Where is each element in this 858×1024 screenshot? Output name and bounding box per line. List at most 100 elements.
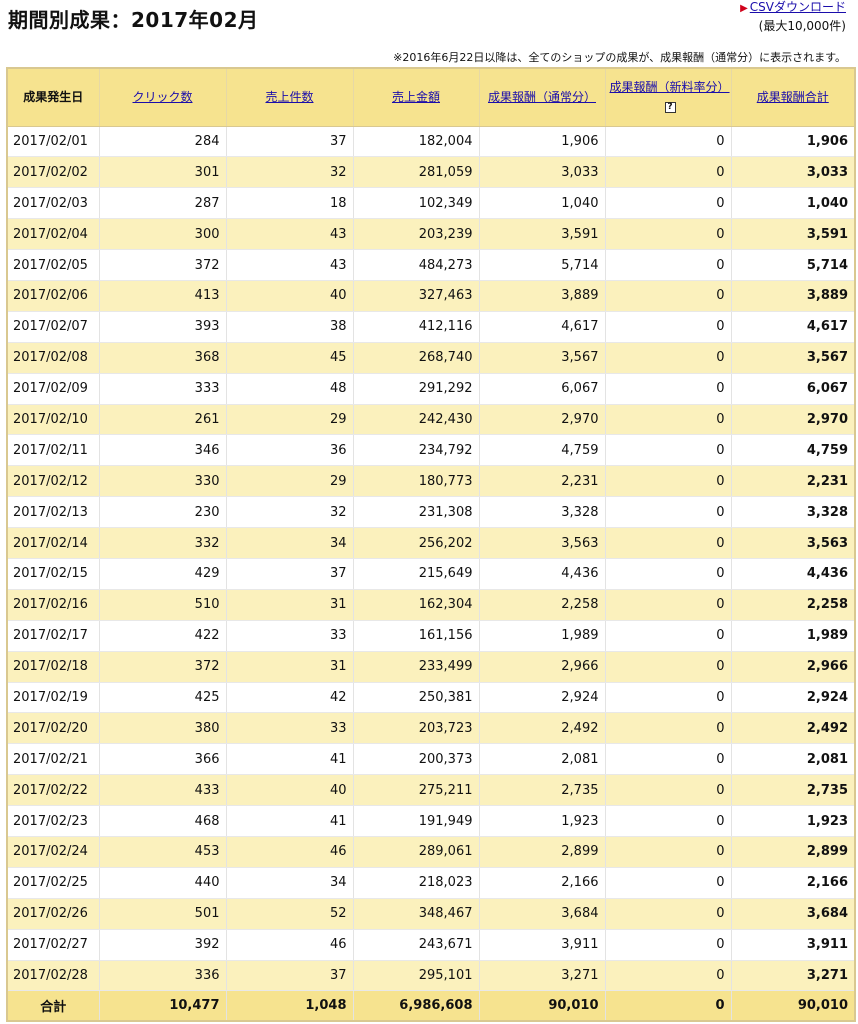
cell-reward-new-rate: 0: [605, 867, 732, 899]
table-row: 2017/02/10 261 29 242,430 2,970 0 2,970: [7, 404, 856, 436]
cell-date: 2017/02/04: [7, 218, 100, 251]
cell-clicks: 372: [99, 651, 227, 683]
cell-reward-normal: 1,989: [479, 620, 606, 652]
cell-sales-count: 43: [226, 249, 354, 281]
total-reward-normal: 90,010: [479, 990, 606, 1021]
cell-date: 2017/02/02: [7, 156, 100, 189]
sort-link-reward-normal[interactable]: 成果報酬（通常分）: [488, 90, 596, 104]
cell-sales-count: 41: [226, 805, 354, 837]
cell-clicks: 429: [99, 558, 227, 590]
cell-reward-normal: 2,492: [479, 712, 606, 745]
cell-reward-total: 2,899: [731, 836, 856, 868]
sort-link-clicks[interactable]: クリック数: [132, 90, 192, 104]
cell-sales-count: 29: [226, 404, 354, 436]
cell-sales-count: 32: [226, 496, 354, 529]
cell-date: 2017/02/16: [7, 589, 100, 621]
cell-reward-total: 2,231: [731, 465, 856, 498]
cell-clicks: 372: [99, 249, 227, 281]
table-row: 2017/02/02 301 32 281,059 3,033 0 3,033: [7, 156, 856, 189]
cell-date: 2017/02/18: [7, 651, 100, 683]
cell-reward-normal: 2,081: [479, 743, 606, 776]
cell-reward-total: 4,436: [731, 558, 856, 590]
cell-clicks: 284: [99, 126, 227, 158]
cell-reward-new-rate: 0: [605, 712, 732, 745]
sort-link-reward-new-rate[interactable]: 成果報酬（新料率分）: [610, 80, 730, 94]
cell-reward-new-rate: 0: [605, 311, 732, 343]
results-table: 成果発生日 クリック数 売上件数 売上金額 成果報酬（通常分） 成果報酬（新料率…: [6, 67, 856, 1022]
cell-reward-total: 1,989: [731, 620, 856, 652]
cell-sales-amount: 162,304: [353, 589, 480, 621]
cell-clicks: 453: [99, 836, 227, 868]
cell-sales-count: 34: [226, 527, 354, 559]
cell-clicks: 333: [99, 373, 227, 405]
cell-reward-total: 2,258: [731, 589, 856, 621]
sort-link-sales-amount[interactable]: 売上金額: [392, 90, 440, 104]
column-header-sales-amount: 売上金額: [353, 68, 480, 127]
cell-reward-new-rate: 0: [605, 496, 732, 529]
cell-reward-new-rate: 0: [605, 404, 732, 436]
cell-date: 2017/02/08: [7, 342, 100, 374]
cell-reward-new-rate: 0: [605, 774, 732, 807]
cell-reward-new-rate: 0: [605, 156, 732, 189]
column-header-reward-normal: 成果報酬（通常分）: [479, 68, 606, 127]
cell-reward-normal: 3,591: [479, 218, 606, 251]
cell-reward-normal: 6,067: [479, 373, 606, 405]
cell-clicks: 368: [99, 342, 227, 374]
cell-reward-normal: 3,889: [479, 280, 606, 312]
help-icon[interactable]: ?: [664, 102, 676, 114]
cell-reward-new-rate: 0: [605, 929, 732, 961]
cell-date: 2017/02/28: [7, 960, 100, 992]
cell-clicks: 425: [99, 682, 227, 714]
table-row: 2017/02/27 392 46 243,671 3,911 0 3,911: [7, 929, 856, 961]
cell-reward-new-rate: 0: [605, 836, 732, 868]
cell-date: 2017/02/26: [7, 898, 100, 930]
cell-clicks: 287: [99, 187, 227, 220]
table-row: 2017/02/17 422 33 161,156 1,989 0 1,989: [7, 620, 856, 652]
cell-date: 2017/02/25: [7, 867, 100, 899]
sort-link-sales-count[interactable]: 売上件数: [265, 90, 313, 104]
cell-date: 2017/02/06: [7, 280, 100, 312]
cell-sales-count: 32: [226, 156, 354, 189]
cell-date: 2017/02/13: [7, 496, 100, 529]
column-header-clicks: クリック数: [99, 68, 227, 127]
cell-reward-normal: 3,911: [479, 929, 606, 961]
cell-sales-amount: 234,792: [353, 434, 480, 467]
cell-reward-total: 3,567: [731, 342, 856, 374]
table-row: 2017/02/06 413 40 327,463 3,889 0 3,889: [7, 280, 856, 312]
cell-reward-normal: 3,033: [479, 156, 606, 189]
cell-reward-total: 3,591: [731, 218, 856, 251]
cell-date: 2017/02/22: [7, 774, 100, 807]
cell-date: 2017/02/24: [7, 836, 100, 868]
cell-reward-new-rate: 0: [605, 620, 732, 652]
cell-reward-normal: 3,563: [479, 527, 606, 559]
table-row: 2017/02/25 440 34 218,023 2,166 0 2,166: [7, 867, 856, 899]
cell-reward-new-rate: 0: [605, 373, 732, 405]
sort-link-reward-total[interactable]: 成果報酬合計: [757, 90, 829, 104]
cell-sales-amount: 203,239: [353, 218, 480, 251]
cell-clicks: 301: [99, 156, 227, 189]
column-header-reward-total: 成果報酬合計: [731, 68, 856, 127]
cell-clicks: 332: [99, 527, 227, 559]
cell-reward-new-rate: 0: [605, 527, 732, 559]
table-row: 2017/02/01 284 37 182,004 1,906 0 1,906: [7, 126, 856, 158]
table-row: 2017/02/16 510 31 162,304 2,258 0 2,258: [7, 589, 856, 621]
cell-sales-count: 52: [226, 898, 354, 930]
cell-date: 2017/02/19: [7, 682, 100, 714]
cell-sales-amount: 250,381: [353, 682, 480, 714]
cell-reward-total: 1,923: [731, 805, 856, 837]
cell-sales-count: 33: [226, 712, 354, 745]
table-header-row: 成果発生日 クリック数 売上件数 売上金額 成果報酬（通常分） 成果報酬（新料率…: [7, 68, 856, 127]
cell-sales-amount: 200,373: [353, 743, 480, 776]
cell-sales-count: 38: [226, 311, 354, 343]
table-row: 2017/02/07 393 38 412,116 4,617 0 4,617: [7, 311, 856, 343]
table-row: 2017/02/12 330 29 180,773 2,231 0 2,231: [7, 465, 856, 498]
table-row: 2017/02/21 366 41 200,373 2,081 0 2,081: [7, 743, 856, 776]
total-sales-count: 1,048: [226, 990, 354, 1021]
cell-clicks: 468: [99, 805, 227, 837]
table-row: 2017/02/18 372 31 233,499 2,966 0 2,966: [7, 651, 856, 683]
cell-sales-amount: 295,101: [353, 960, 480, 992]
cell-reward-total: 3,684: [731, 898, 856, 930]
cell-reward-total: 1,040: [731, 187, 856, 220]
cell-clicks: 413: [99, 280, 227, 312]
csv-download-link[interactable]: CSVダウンロード: [750, 0, 846, 14]
